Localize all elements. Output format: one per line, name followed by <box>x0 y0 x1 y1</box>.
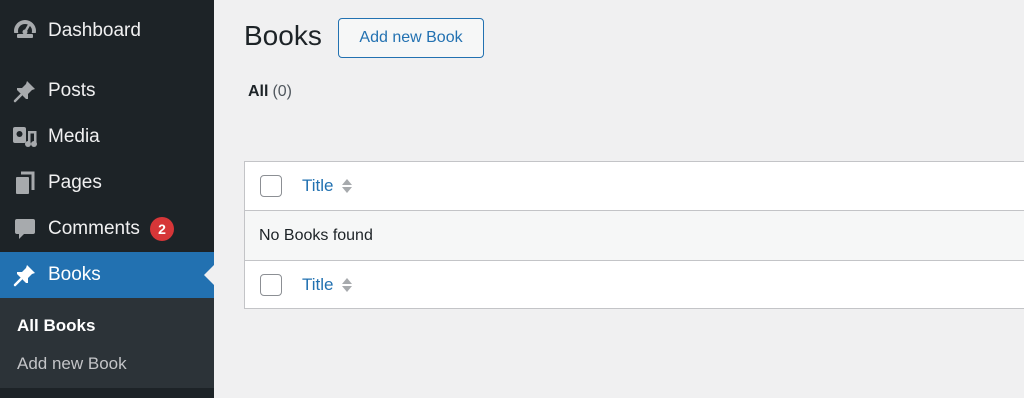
admin-sidebar: Dashboard Posts Media Pages Comments 2 B… <box>0 0 214 398</box>
dashboard-icon <box>12 18 38 44</box>
title-column-footer[interactable]: Title <box>302 275 352 295</box>
sidebar-item-label: Pages <box>48 172 102 193</box>
table-header-row: Title <box>245 162 1024 211</box>
sidebar-item-label: Media <box>48 126 100 147</box>
filter-all-link[interactable]: All <box>248 83 268 100</box>
pushpin-icon <box>12 78 38 104</box>
page-title: Books <box>244 20 322 51</box>
sidebar-item-media[interactable]: Media <box>0 114 214 160</box>
sidebar-item-dashboard[interactable]: Dashboard <box>0 8 214 54</box>
sidebar-item-label: Dashboard <box>48 20 141 41</box>
sidebar-item-label: Books <box>48 264 101 285</box>
submenu-item-all-books[interactable]: All Books <box>17 316 95 336</box>
sidebar-item-posts[interactable]: Posts <box>0 68 214 114</box>
table-footer-row: Title <box>245 260 1024 308</box>
pushpin-icon <box>12 262 38 288</box>
submenu-item-add-new-book[interactable]: Add new Book <box>17 354 127 374</box>
sidebar-item-label: Comments <box>48 218 140 239</box>
media-icon <box>12 124 38 150</box>
pages-icon <box>12 170 38 196</box>
filter-all-count: (0) <box>272 83 293 100</box>
status-filter: All (0) <box>248 83 292 101</box>
empty-message: No Books found <box>259 226 373 244</box>
sidebar-item-comments[interactable]: Comments 2 <box>0 206 214 252</box>
books-submenu: All Books Add new Book <box>0 298 214 388</box>
title-column-label: Title <box>302 274 334 294</box>
comment-icon <box>12 216 38 242</box>
sidebar-item-label: Posts <box>48 80 96 101</box>
title-column-label: Title <box>302 176 334 195</box>
empty-row: No Books found <box>245 211 1024 260</box>
sidebar-item-books[interactable]: Books <box>0 252 214 298</box>
sort-icon <box>341 179 352 193</box>
comment-count-badge: 2 <box>150 217 174 241</box>
select-all-checkbox-footer[interactable] <box>260 273 282 296</box>
sidebar-item-pages[interactable]: Pages <box>0 160 214 206</box>
select-all-checkbox[interactable] <box>260 175 282 197</box>
sort-icon <box>341 277 352 292</box>
title-column-header[interactable]: Title <box>302 176 352 196</box>
add-new-book-button[interactable]: Add new Book <box>338 18 484 58</box>
books-list-table: Title No Books found Title <box>244 161 1024 309</box>
